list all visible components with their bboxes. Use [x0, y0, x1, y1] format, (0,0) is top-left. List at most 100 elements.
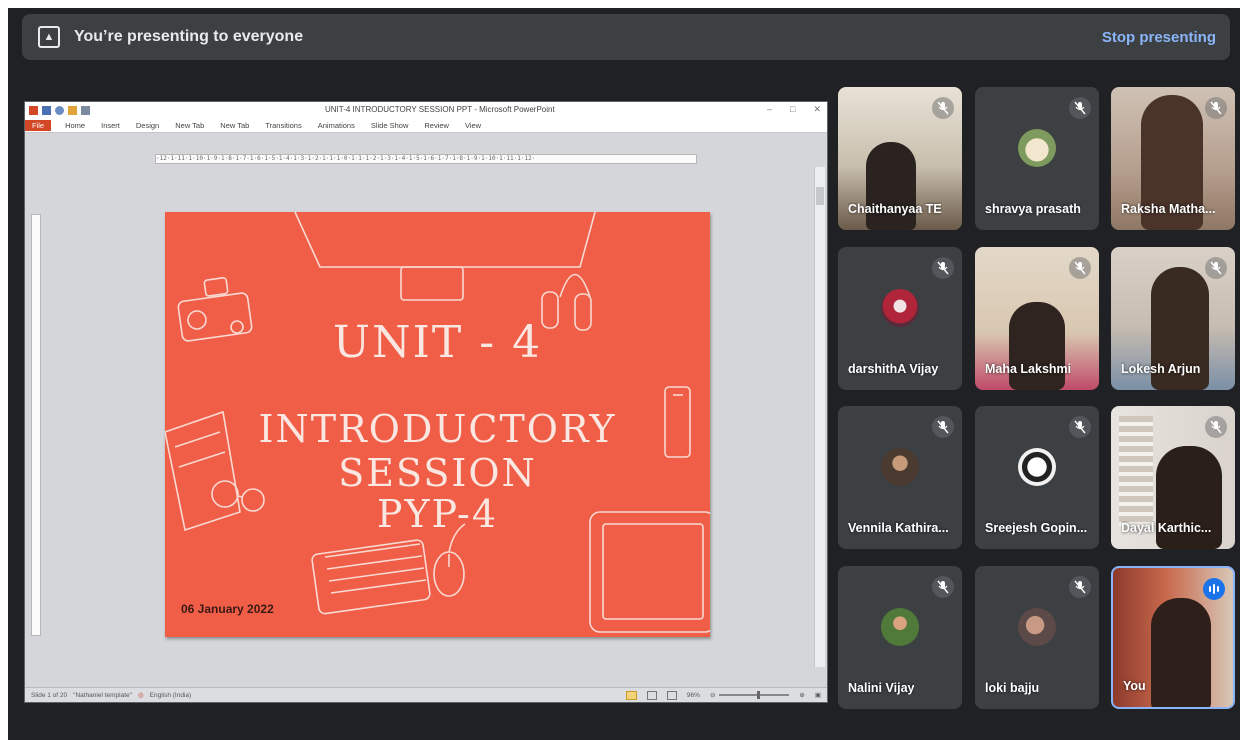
ribbon-tab-file[interactable]: File: [25, 119, 52, 131]
window-blinds: [1119, 416, 1153, 526]
ribbon-tab-new-tab[interactable]: New Tab: [169, 120, 210, 131]
participant-avatar: [881, 448, 919, 486]
participant-name: You: [1123, 679, 1146, 693]
ribbon-tab-home[interactable]: Home: [59, 120, 91, 131]
participant-tile[interactable]: Raksha Matha...: [1111, 87, 1235, 230]
presenting-message: You’re presenting to everyone: [74, 28, 304, 45]
zoom-slider[interactable]: [719, 691, 790, 699]
status-theme: "Nathaniel template": [73, 691, 132, 699]
quick-access-toolbar: [29, 105, 90, 115]
participant-name: shravya prasath: [985, 202, 1081, 216]
participant-name: Vennila Kathira...: [848, 521, 949, 535]
participant-name: Lokesh Arjun: [1121, 362, 1201, 376]
participant-tile[interactable]: Lokesh Arjun: [1111, 247, 1235, 390]
scrollbar-thumb[interactable]: [816, 187, 824, 205]
participant-tile[interactable]: Maha Lakshmi: [975, 247, 1099, 390]
open-icon[interactable]: [68, 105, 77, 115]
slide-title-line-3: PYP-4: [376, 492, 499, 536]
status-view-controls: 96% ⊖ ⊕ ▣: [620, 690, 821, 700]
ppt-status-bar: Slide 1 of 20 "Nathaniel template" ◎ Eng…: [25, 687, 827, 702]
mic-muted-icon: [1205, 416, 1227, 438]
ribbon-tab-insert[interactable]: Insert: [95, 120, 126, 131]
participant-name: Dayal Karthic...: [1121, 521, 1212, 535]
mic-muted-icon: [932, 257, 954, 279]
participant-name: loki bajju: [985, 681, 1040, 695]
participant-name: Nalini Vijay: [848, 681, 915, 695]
close-icon[interactable]: ✕: [813, 104, 821, 115]
participant-avatar: [881, 289, 919, 327]
participant-tile[interactable]: shravya prasath: [975, 87, 1099, 230]
ribbon-tab-animations[interactable]: Animations: [312, 120, 361, 131]
ribbon-tab-slide-show[interactable]: Slide Show: [365, 120, 415, 131]
maximize-icon[interactable]: □: [790, 104, 795, 115]
zoom-out-icon[interactable]: ⊖: [710, 691, 715, 699]
participant-tile[interactable]: Chaithanyaa TE: [838, 87, 962, 230]
stop-presenting-button[interactable]: Stop presenting: [1102, 29, 1216, 46]
status-slide-info: Slide 1 of 20: [31, 691, 68, 699]
participant-tile[interactable]: darshithA Vijay: [838, 247, 962, 390]
window-controls: – □ ✕: [767, 104, 821, 115]
mic-muted-icon: [1205, 97, 1227, 119]
participant-name: darshithA Vijay: [848, 362, 939, 376]
vertical-scrollbar[interactable]: [814, 167, 825, 667]
participant-avatar: [1018, 448, 1056, 486]
vertical-ruler: [31, 214, 41, 636]
minimize-icon[interactable]: –: [767, 104, 772, 115]
status-language[interactable]: English (India): [150, 692, 192, 699]
participant-video: [1151, 598, 1211, 707]
ribbon-tab-view[interactable]: View: [459, 120, 487, 131]
slide-title-line-1: UNIT - 4: [332, 317, 543, 368]
participant-tile-self[interactable]: You: [1111, 566, 1235, 709]
slide-title-line-2: INTRODUCTORY SESSION: [258, 407, 617, 495]
mic-muted-icon: [1205, 257, 1227, 279]
speaking-indicator-icon: [1203, 578, 1225, 600]
shared-screen: UNIT-4 INTRODUCTORY SESSION PPT - Micros…: [24, 101, 828, 703]
participant-tile[interactable]: Vennila Kathira...: [838, 406, 962, 549]
powerpoint-logo-icon: [29, 105, 38, 115]
zoom-level[interactable]: 96%: [687, 692, 700, 699]
participant-avatar: [1018, 608, 1056, 646]
presenting-bar: ▲ You’re presenting to everyone Stop pre…: [22, 14, 1230, 60]
participant-tile[interactable]: loki bajju: [975, 566, 1099, 709]
present-screen-icon: ▲: [38, 26, 60, 48]
ribbon-tab-design[interactable]: Design: [130, 120, 165, 131]
ppt-window-title: UNIT-4 INTRODUCTORY SESSION PPT - Micros…: [325, 105, 555, 114]
participant-video: [866, 142, 916, 230]
participant-avatar: [881, 608, 919, 646]
ppt-ribbon: File Home Insert Design New Tab New Tab …: [25, 118, 827, 133]
participant-name: Raksha Matha...: [1121, 202, 1216, 216]
undo-icon[interactable]: [55, 105, 64, 115]
zoom-slider-knob[interactable]: [757, 691, 761, 699]
horizontal-ruler: ·12·1·11·1·10·1·9·1·8·1·7·1·6·1·5·1·4·1·…: [155, 154, 697, 164]
slide-date: 06 January 2022: [181, 602, 274, 616]
spellcheck-icon[interactable]: ◎: [138, 691, 144, 699]
participant-tile[interactable]: Nalini Vijay: [838, 566, 962, 709]
mic-muted-icon: [1069, 416, 1091, 438]
participant-name: Maha Lakshmi: [985, 362, 1072, 376]
participant-tile[interactable]: Sreejesh Gopin...: [975, 406, 1099, 549]
print-icon[interactable]: [81, 105, 90, 115]
ribbon-tab-transitions[interactable]: Transitions: [259, 120, 307, 131]
participant-name: Sreejesh Gopin...: [985, 521, 1088, 535]
slide-sorter-icon[interactable]: [646, 690, 657, 700]
reading-view-icon[interactable]: [666, 690, 677, 700]
participant-name: Chaithanyaa TE: [848, 202, 942, 216]
meet-stage: ▲ You’re presenting to everyone Stop pre…: [8, 8, 1240, 740]
mic-muted-icon: [932, 416, 954, 438]
mic-muted-icon: [1069, 97, 1091, 119]
mic-muted-icon: [1069, 257, 1091, 279]
mic-muted-icon: [1069, 576, 1091, 598]
participant-tile[interactable]: Dayal Karthic...: [1111, 406, 1235, 549]
normal-view-icon[interactable]: [625, 690, 637, 700]
ppt-title-bar: UNIT-4 INTRODUCTORY SESSION PPT - Micros…: [25, 102, 827, 118]
ribbon-tab-new-tab-2[interactable]: New Tab: [214, 120, 255, 131]
ribbon-tab-review[interactable]: Review: [418, 120, 455, 131]
save-icon[interactable]: [42, 105, 51, 115]
slide-canvas[interactable]: UNIT - 4 INTRODUCTORY SESSION PYP-4 06 J…: [165, 212, 710, 637]
mic-muted-icon: [932, 576, 954, 598]
participant-avatar: [1018, 129, 1056, 167]
participant-video: [1009, 302, 1065, 390]
zoom-in-icon[interactable]: ⊕: [799, 691, 804, 699]
mic-muted-icon: [932, 97, 954, 119]
fit-slide-icon[interactable]: ▣: [815, 691, 821, 699]
